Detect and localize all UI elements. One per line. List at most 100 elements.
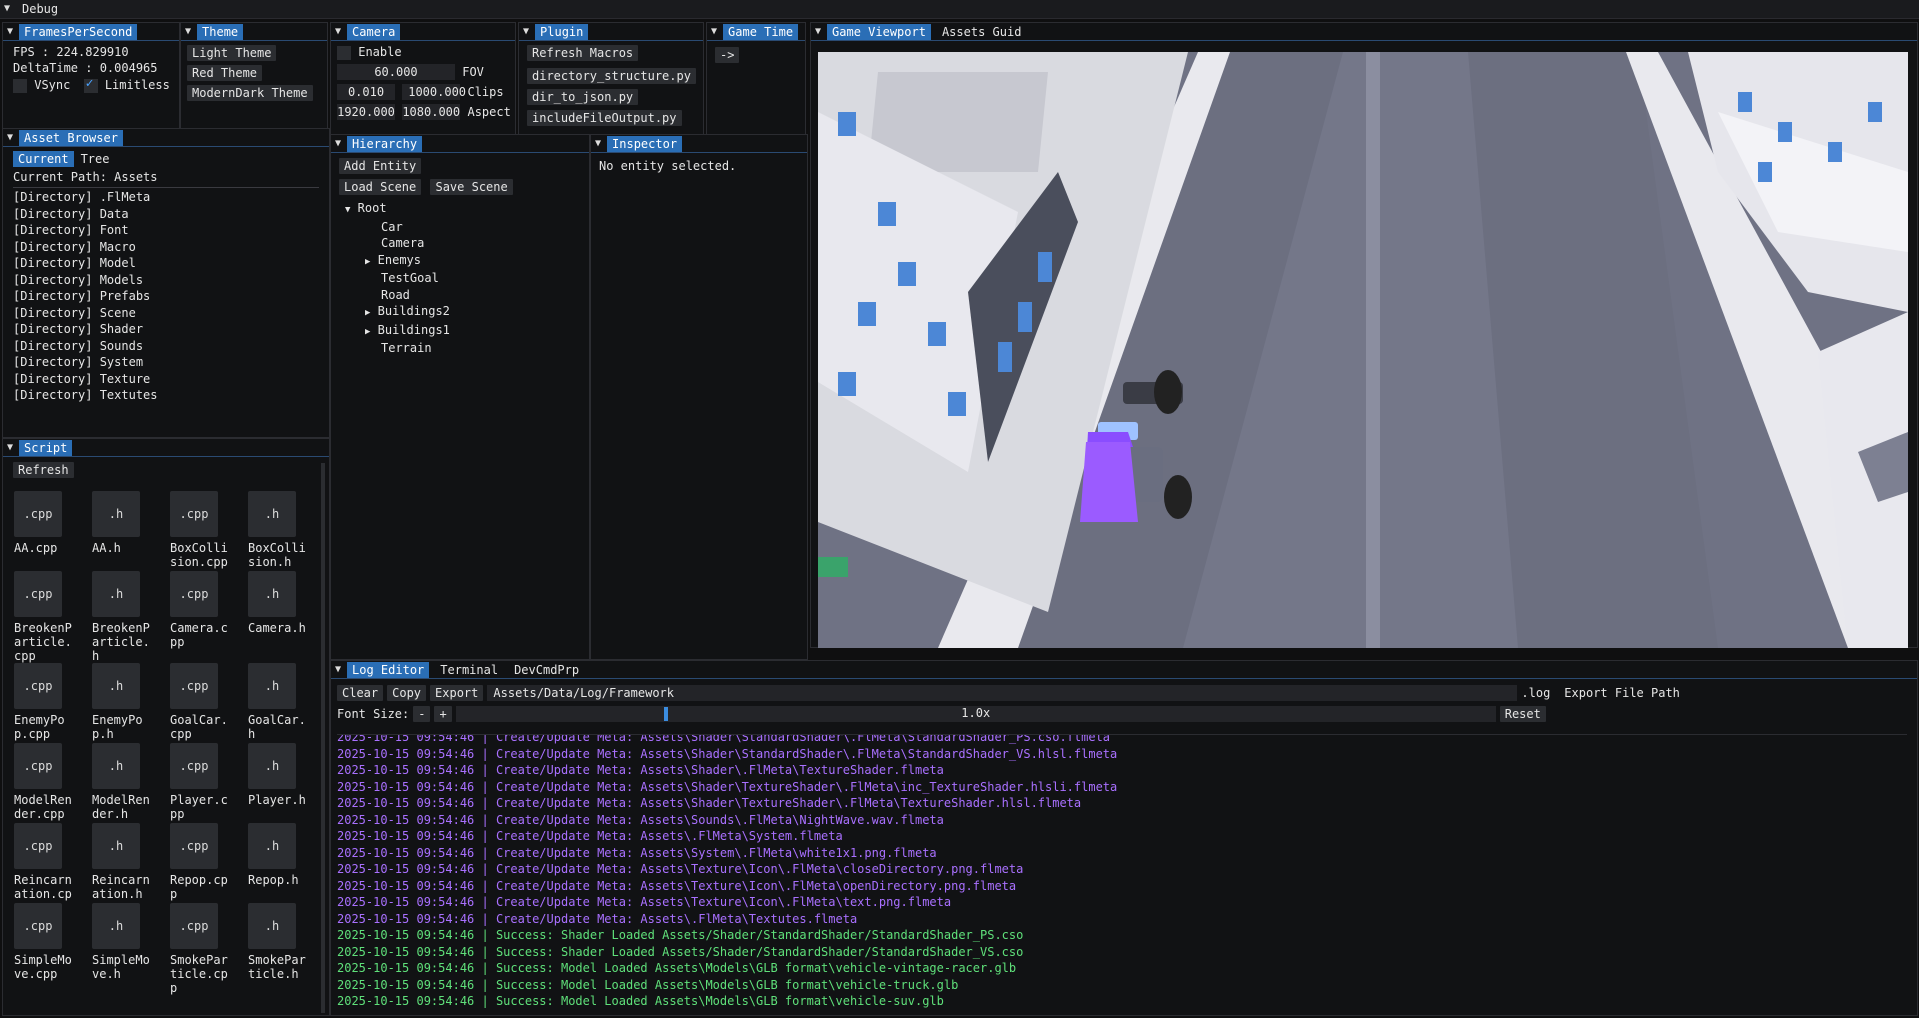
- directory-item[interactable]: [Directory] Prefabs: [13, 288, 319, 305]
- debug-titlebar[interactable]: ▼ Debug: [0, 0, 1919, 19]
- slider-grab-handle[interactable]: [663, 707, 668, 721]
- tree-item-car[interactable]: Car: [339, 219, 581, 236]
- macro-item[interactable]: dir_to_json.py: [527, 89, 639, 105]
- tab-terminal[interactable]: Terminal: [435, 662, 503, 678]
- script-file[interactable]: .cpp Repop.cpp: [170, 823, 234, 901]
- expanded-triangle-icon[interactable]: ▼: [345, 205, 350, 215]
- subtab-current[interactable]: Current: [13, 151, 74, 167]
- script-file[interactable]: .h Camera.h: [248, 571, 312, 635]
- script-file[interactable]: .cpp AA.cpp: [14, 491, 78, 555]
- save-scene-button[interactable]: Save Scene: [430, 179, 513, 195]
- tree-item-testgoal[interactable]: TestGoal: [339, 270, 581, 287]
- collapse-triangle-icon[interactable]: ▼: [335, 138, 341, 149]
- directory-item[interactable]: [Directory] Textutes: [13, 387, 319, 404]
- script-file[interactable]: .cpp Player.cpp: [170, 743, 234, 821]
- collapse-triangle-icon[interactable]: ▼: [185, 26, 191, 37]
- directory-item[interactable]: [Directory] Scene: [13, 305, 319, 322]
- tab-script[interactable]: Script: [19, 439, 73, 456]
- load-scene-button[interactable]: Load Scene: [339, 179, 422, 195]
- font-size-slider[interactable]: 1.0x: [455, 706, 1496, 722]
- script-file[interactable]: .h EnemyPop.h: [92, 663, 156, 741]
- collapse-triangle-icon[interactable]: ▼: [815, 26, 821, 37]
- directory-item[interactable]: [Directory] System: [13, 354, 319, 371]
- tab-inspector[interactable]: Inspector: [607, 135, 683, 152]
- clip-far-input[interactable]: 1000.000: [402, 83, 466, 100]
- game-viewport-render[interactable]: [818, 52, 1908, 648]
- tab-camera[interactable]: Camera: [347, 23, 401, 40]
- tab-log-editor[interactable]: Log Editor: [347, 661, 430, 678]
- script-file[interactable]: .cpp Camera.cpp: [170, 571, 234, 649]
- red-theme-button[interactable]: Red Theme: [187, 65, 263, 81]
- collapse-triangle-icon[interactable]: ▼: [335, 26, 341, 37]
- tab-hierarchy[interactable]: Hierarchy: [347, 135, 423, 152]
- log-output[interactable]: 2025-10-15 09:54:46 | Create/Update Meta…: [337, 734, 1907, 1015]
- camera-enable-checkbox[interactable]: [337, 45, 351, 60]
- script-file[interactable]: .h AA.h: [92, 491, 156, 555]
- subtab-tree[interactable]: Tree: [76, 151, 115, 167]
- refresh-scripts-button[interactable]: Refresh: [13, 462, 74, 478]
- script-file[interactable]: .cpp BreokenParticle.cpp: [14, 571, 78, 663]
- directory-item[interactable]: [Directory] Shader: [13, 321, 319, 338]
- tree-item-camera[interactable]: Camera: [339, 235, 581, 252]
- font-increase-button[interactable]: +: [434, 706, 452, 722]
- script-file[interactable]: .h ModelRender.h: [92, 743, 156, 821]
- font-decrease-button[interactable]: -: [413, 706, 431, 722]
- tab-assets-guid[interactable]: Assets Guid: [937, 24, 1026, 40]
- collapse-triangle-icon[interactable]: ▼: [7, 26, 13, 37]
- script-file[interactable]: .cpp SmokeParticle.cpp: [170, 903, 234, 995]
- script-file[interactable]: .cpp ModelRender.cpp: [14, 743, 78, 821]
- collapse-triangle-icon[interactable]: ▼: [335, 664, 341, 675]
- script-file[interactable]: .cpp BoxCollision.cpp: [170, 491, 234, 569]
- tab-theme[interactable]: Theme: [197, 23, 244, 40]
- tab-game-time[interactable]: Game Time: [723, 23, 799, 40]
- script-file[interactable]: .cpp GoalCar.cpp: [170, 663, 234, 741]
- directory-item[interactable]: [Directory] Models: [13, 272, 319, 289]
- vsync-checkbox[interactable]: [13, 78, 27, 93]
- copy-log-button[interactable]: Copy: [387, 685, 427, 701]
- collapse-triangle-icon[interactable]: ▼: [711, 26, 717, 37]
- script-scrollbar[interactable]: [321, 463, 325, 1013]
- collapsed-triangle-icon[interactable]: ▶: [365, 257, 370, 267]
- script-file[interactable]: .cppReincarnation.cpp: [14, 823, 78, 915]
- script-file[interactable]: .cpp SimpleMove.cpp: [14, 903, 78, 981]
- collapsed-triangle-icon[interactable]: ▶: [365, 308, 370, 318]
- tree-item-buildings2[interactable]: Buildings2: [378, 304, 450, 318]
- directory-item[interactable]: [Directory] Model: [13, 255, 319, 272]
- script-file[interactable]: .h GoalCar.h: [248, 663, 312, 741]
- directory-item[interactable]: [Directory] Font: [13, 222, 319, 239]
- light-theme-button[interactable]: Light Theme: [187, 45, 277, 61]
- tab-devcmdprp[interactable]: DevCmdPrp: [509, 662, 584, 678]
- directory-item[interactable]: [Directory] Data: [13, 206, 319, 223]
- clip-near-input[interactable]: 0.010: [337, 83, 395, 100]
- export-log-button[interactable]: Export: [430, 685, 484, 701]
- tree-item-road[interactable]: Road: [339, 287, 581, 304]
- collapse-triangle-icon[interactable]: ▼: [523, 26, 529, 37]
- macro-item[interactable]: includeFileOutput.py: [527, 110, 682, 126]
- script-file[interactable]: .h BreokenParticle.h: [92, 571, 156, 663]
- tab-game-viewport[interactable]: Game Viewport: [827, 23, 931, 40]
- refresh-macros-button[interactable]: Refresh Macros: [527, 45, 639, 61]
- limitless-checkbox[interactable]: [83, 76, 98, 93]
- script-file[interactable]: .h BoxCollision.h: [248, 491, 312, 569]
- tab-frames-per-second[interactable]: FramesPerSecond: [19, 23, 138, 40]
- script-file[interactable]: .cpp EnemyPop.cpp: [14, 663, 78, 741]
- add-entity-button[interactable]: Add Entity: [339, 158, 422, 174]
- script-file[interactable]: .h Reincarnation.h: [92, 823, 156, 901]
- log-path-input[interactable]: Assets/Data/Log/Framework: [487, 685, 1518, 701]
- reset-font-button[interactable]: Reset: [1499, 706, 1546, 722]
- fov-input[interactable]: 60.000: [337, 63, 455, 80]
- collapse-triangle-icon[interactable]: ▼: [7, 132, 13, 143]
- directory-item[interactable]: [Directory] Texture: [13, 371, 319, 388]
- directory-item[interactable]: [Directory] Sounds: [13, 338, 319, 355]
- collapse-triangle-icon[interactable]: ▼: [7, 442, 13, 453]
- moderndark-theme-button[interactable]: ModernDark Theme: [187, 85, 313, 101]
- tree-root[interactable]: Root: [358, 201, 387, 215]
- script-file[interactable]: .h SimpleMove.h: [92, 903, 156, 981]
- step-arrow-button[interactable]: ->: [715, 47, 740, 63]
- aspect-width-input[interactable]: 1920.000: [337, 103, 395, 120]
- directory-item[interactable]: [Directory] Macro: [13, 239, 319, 256]
- collapse-triangle-icon[interactable]: ▼: [4, 3, 10, 14]
- collapse-triangle-icon[interactable]: ▼: [595, 138, 601, 149]
- tree-item-terrain[interactable]: Terrain: [339, 340, 581, 357]
- script-file[interactable]: .h Repop.h: [248, 823, 312, 887]
